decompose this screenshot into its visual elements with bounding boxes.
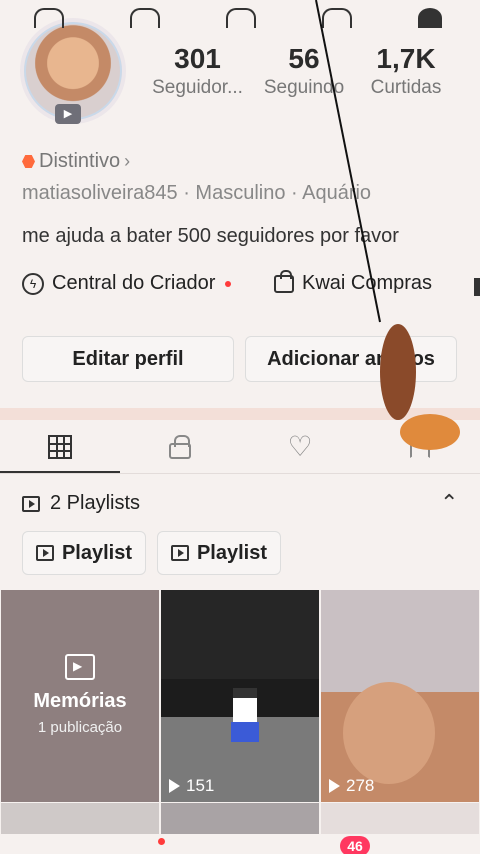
profile-bio: me ajuda a bater 500 seguidores por favo… — [22, 225, 399, 247]
following-stat[interactable]: 56 Seguindo — [258, 42, 350, 100]
playlist-chip[interactable]: Playlist — [157, 531, 281, 575]
tab-posts[interactable] — [30, 430, 90, 464]
shop-label: Kwai Compras — [302, 272, 433, 294]
tabs-divider — [0, 473, 480, 474]
notification-dot — [158, 838, 165, 845]
likes-count: 1,7K — [376, 43, 436, 74]
memories-subtitle: 1 publicação — [37, 719, 123, 736]
playlist-icon — [22, 495, 40, 512]
following-label: Seguindo — [263, 77, 345, 98]
followers-label: Seguidor... — [152, 77, 243, 98]
likes-stat[interactable]: 1,7K Curtidas — [360, 42, 452, 100]
video-thumbnail[interactable]: 151 — [161, 590, 319, 802]
notification-dot — [225, 280, 232, 287]
creator-center-label: Central do Criador — [52, 272, 216, 294]
tab-liked[interactable]: ♡ — [270, 430, 330, 464]
view-count: 278 — [329, 776, 374, 796]
chevron-up-icon[interactable]: ⌃ — [440, 490, 458, 516]
creator-center-link[interactable]: ϟ Central do Criador — [22, 272, 232, 295]
view-count: 151 — [169, 776, 214, 796]
playlist-chip[interactable]: Playlist — [22, 531, 146, 575]
create-icon[interactable] — [226, 8, 256, 28]
lock-icon — [169, 435, 191, 459]
badge-label: Distintivo — [39, 150, 121, 172]
discover-icon[interactable] — [130, 8, 160, 28]
view-count-value: 278 — [346, 776, 375, 795]
followers-count: 301 — [174, 43, 221, 74]
memories-content: Memórias 1 publicação — [1, 654, 159, 736]
memories-title: Memórias — [33, 690, 127, 712]
playlist-chip-label: Playlist — [61, 541, 133, 564]
chevron-right-icon: › — [124, 151, 131, 171]
play-icon — [169, 779, 180, 793]
home-icon[interactable] — [34, 8, 64, 28]
bottom-navigation — [0, 834, 480, 854]
playlists-count: 2 Playlists — [50, 492, 141, 514]
thumbnail-face — [343, 682, 435, 784]
partial-icon — [474, 278, 480, 296]
play-icon — [329, 779, 340, 793]
playlist-icon — [35, 545, 54, 561]
memories-tile[interactable]: Memórias 1 publicação — [1, 590, 159, 802]
likes-label: Curtidas — [370, 77, 442, 98]
clapperboard-icon — [65, 654, 95, 680]
profile-meta: matiasoliveira845 · Masculino · Aquário — [22, 182, 372, 204]
video-icon: ▶ — [55, 104, 81, 124]
thumbnail-figure-legs — [231, 722, 259, 742]
playlists-header[interactable]: 2 Playlists — [22, 492, 140, 515]
badge-icon — [22, 155, 35, 168]
profile-icon[interactable] — [418, 8, 442, 28]
heart-icon: ♡ — [287, 431, 313, 462]
shop-link[interactable]: Kwai Compras — [274, 269, 433, 295]
playlist-chip-label: Playlist — [196, 541, 268, 564]
view-count-value: 151 — [186, 776, 215, 795]
badge-link[interactable]: Distintivo › — [22, 150, 130, 173]
playlist-icon — [170, 545, 189, 561]
edit-profile-button[interactable]: Editar perfil — [22, 336, 234, 382]
thumbnail-figure — [233, 688, 257, 722]
lightning-icon: ϟ — [22, 272, 44, 295]
tab-private[interactable] — [150, 430, 210, 464]
following-count: 56 — [288, 43, 320, 74]
followers-stat[interactable]: 301 Seguidor... — [145, 42, 250, 100]
divider — [0, 408, 480, 420]
video-thumbnail[interactable]: 278 — [321, 590, 479, 802]
bookmark-icon — [410, 436, 430, 458]
add-friends-button[interactable]: Adicionar amigos — [245, 336, 457, 382]
grid-icon — [48, 435, 72, 459]
content-tabs: ♡ — [0, 420, 480, 474]
tab-saved[interactable] — [390, 430, 450, 464]
messages-icon[interactable] — [322, 8, 352, 28]
shopping-bag-icon — [274, 269, 294, 293]
notification-badge: 46 — [340, 836, 370, 854]
